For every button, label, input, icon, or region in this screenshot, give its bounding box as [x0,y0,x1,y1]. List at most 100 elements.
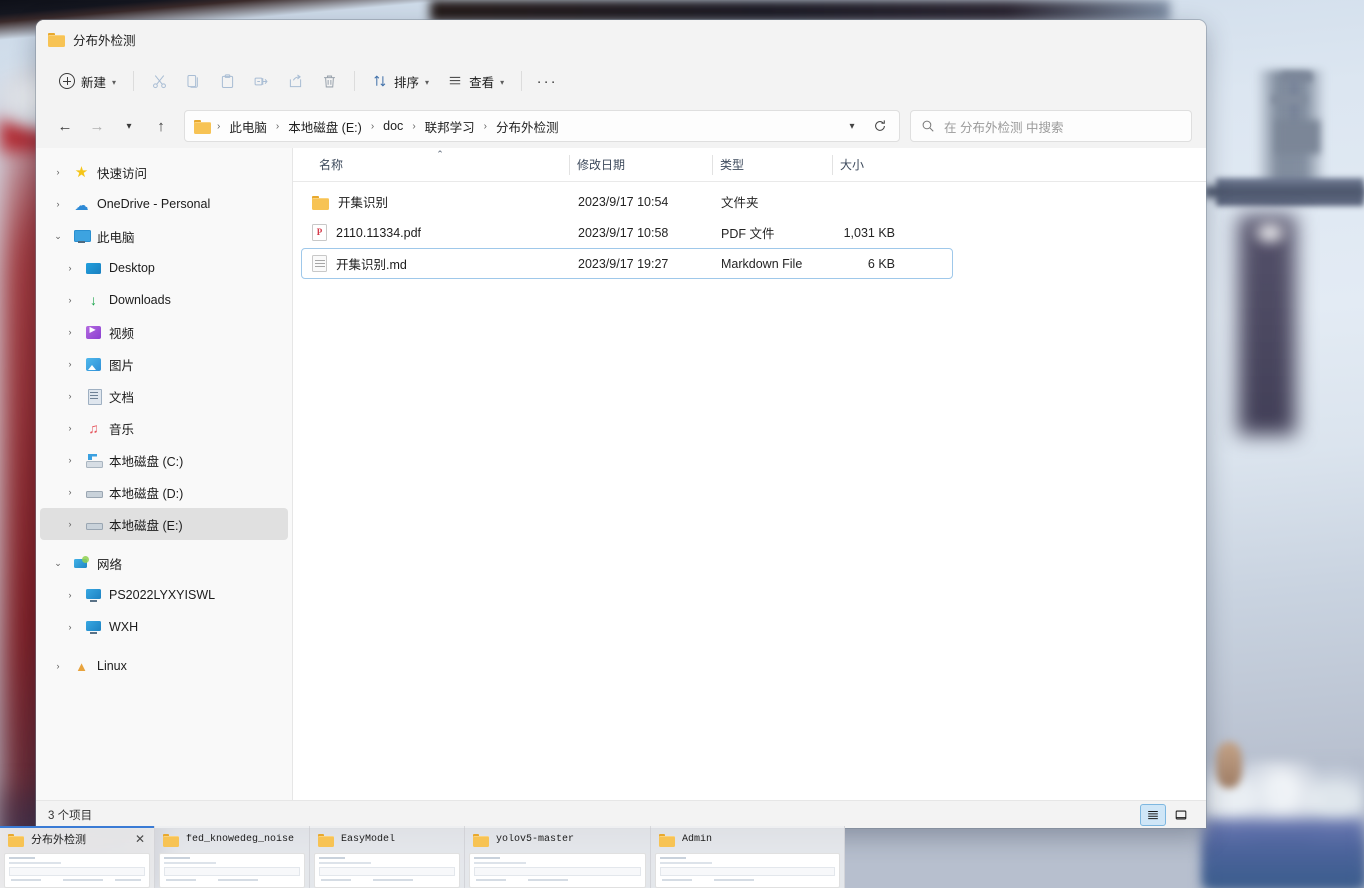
taskbar-item[interactable]: Admin [651,826,845,888]
view-button[interactable]: 查看 ▾ [438,65,513,97]
plus-circle-icon [59,73,75,89]
chevron-right-icon[interactable]: › [62,590,78,600]
address-dropdown-button[interactable]: ▾ [839,113,865,139]
thumb-line [528,879,568,881]
sidebar-item-videos[interactable]: › 视频 [40,316,288,348]
chevron-right-icon[interactable]: › [62,295,78,305]
up-button[interactable]: ↑ [146,111,176,141]
table-row[interactable]: 开集识别 2023/9/17 10:54 文件夹 [301,186,953,217]
chevron-right-icon[interactable]: › [62,519,78,529]
list-lines-icon [449,76,461,85]
sidebar-item-documents[interactable]: › 文档 [40,380,288,412]
more-options-button[interactable]: ··· [530,65,564,97]
refresh-button[interactable] [867,113,893,139]
breadcrumb-item-2[interactable]: doc [377,116,409,136]
chevron-right-icon[interactable]: › [62,359,78,369]
chevron-right-icon[interactable]: › [62,455,78,465]
breadcrumb-item-1[interactable]: 本地磁盘 (E:) [282,114,368,139]
taskbar-item[interactable]: EasyModel [310,826,465,888]
sidebar-item-onedrive[interactable]: › ☁ OneDrive - Personal [40,188,288,220]
thumb-line [164,857,190,859]
taskbar-item[interactable]: yolov5-master [465,826,651,888]
column-header-type[interactable]: 类型 [712,148,832,182]
sidebar-item-pictures[interactable]: › 图片 [40,348,288,380]
taskbar-item-active[interactable]: 分布外检测 ✕ [0,826,155,888]
close-icon[interactable]: ✕ [132,831,148,847]
sidebar-item-linux[interactable]: › ▲ Linux [40,650,288,682]
column-header-type-label: 类型 [720,158,745,172]
chevron-right-icon[interactable]: › [62,391,78,401]
drive-icon [85,484,103,501]
chevron-right-icon[interactable]: › [62,263,78,273]
cut-button[interactable] [142,65,176,97]
chevron-right-icon[interactable]: › [62,487,78,497]
rename-button[interactable] [244,65,278,97]
taskbar-thumbnail[interactable] [655,853,840,888]
toolbar-divider-1 [133,71,135,91]
taskbar-thumbnail[interactable] [314,853,460,888]
trash-icon [323,75,335,87]
sidebar-item-wxh[interactable]: › WXH [40,611,288,643]
table-row[interactable]: 开集识别.md 2023/9/17 19:27 Markdown File 6 … [301,248,953,279]
chevron-right-icon[interactable]: › [62,327,78,337]
back-button[interactable]: ← [50,111,80,141]
breadcrumb-item-0[interactable]: 此电脑 [223,114,273,139]
chevron-down-icon[interactable]: ⌄ [50,231,66,242]
chevron-down-icon[interactable]: ⌄ [50,558,66,569]
folder-icon [312,195,329,210]
sidebar-item-this-pc[interactable]: ⌄ 此电脑 [40,220,288,252]
navigation-pane: › ★ 快速访问 › ☁ OneDrive - Personal ⌄ 此电脑 › [36,148,293,800]
taskbar-item-header: fed_knowedeg_noise [155,826,309,852]
column-header-name[interactable]: 名称 ⌃ [311,148,569,182]
sidebar-item-quick-access[interactable]: › ★ 快速访问 [40,156,288,188]
explorer-tab[interactable]: 分布外检测 [48,30,136,49]
sidebar-item-label: 本地磁盘 (C:) [109,454,184,469]
forward-button[interactable]: → [82,111,112,141]
table-row[interactable]: 2110.11334.pdf 2023/9/17 10:58 PDF 文件 1,… [301,217,953,248]
chevron-right-icon[interactable]: › [62,622,78,632]
column-header-date[interactable]: 修改日期 [569,148,712,182]
breadcrumb-item-3[interactable]: 联邦学习 [419,114,481,139]
sidebar-item-music[interactable]: › ♫ 音乐 [40,412,288,444]
sidebar-item-downloads[interactable]: › ↓ Downloads [40,284,288,316]
sidebar-item-drive-d[interactable]: › 本地磁盘 (D:) [40,476,288,508]
sidebar-item-drive-e[interactable]: › 本地磁盘 (E:) [40,508,288,540]
copy-button[interactable] [176,65,210,97]
documents-icon [85,388,102,405]
search-input[interactable]: 在 分布外检测 中搜索 [944,117,1063,136]
address-bar[interactable]: › 此电脑 › 本地磁盘 (E:) › doc › 联邦学习 › 分布外检测 ▾ [184,110,900,142]
chevron-right-icon[interactable]: › [50,661,66,671]
breadcrumb-item-4[interactable]: 分布外检测 [490,114,565,139]
sidebar-item-network[interactable]: ⌄ 网络 [40,547,288,579]
sidebar-item-label: PS2022LYXYISWL [109,588,216,602]
new-button[interactable]: 新建 ▾ [50,65,125,97]
taskbar-thumbnail[interactable] [159,853,305,888]
taskbar-thumbnail[interactable] [4,853,150,888]
sidebar-item-drive-c[interactable]: › 本地磁盘 (C:) [40,444,288,476]
sidebar-item-ps2022lyxyiswl[interactable]: › PS2022LYXYISWL [40,579,288,611]
recent-locations-button[interactable]: ▾ [114,111,144,141]
chevron-down-icon: ▾ [425,77,430,87]
chevron-right-icon[interactable]: › [50,167,66,177]
file-size-cell: 1,031 KB [843,225,895,240]
search-box[interactable]: 在 分布外检测 中搜索 [910,110,1192,142]
details-view-button[interactable] [1140,803,1166,826]
chevron-right-icon[interactable]: › [62,423,78,433]
chevron-right-icon[interactable]: › [50,199,66,209]
taskbar-item-label: yolov5-master [496,833,575,845]
taskbar-item[interactable]: fed_knowedeg_noise [155,826,310,888]
rename-icon [254,77,268,85]
column-header-size[interactable]: 大小 [832,148,904,182]
sort-button[interactable]: 排序 ▾ [363,65,438,97]
share-button[interactable] [278,65,312,97]
file-name-cell: 2110.11334.pdf [312,224,570,241]
tiles-view-button[interactable] [1168,804,1194,826]
search-icon [922,120,934,132]
breadcrumb-separator: › [370,120,375,132]
taskbar-thumbnail[interactable] [469,853,646,888]
thumb-line [474,862,526,864]
sidebar-item-desktop[interactable]: › Desktop [40,252,288,284]
window-title-bar: 分布外检测 [36,20,1206,58]
paste-button[interactable] [210,65,244,97]
delete-button[interactable] [312,65,346,97]
